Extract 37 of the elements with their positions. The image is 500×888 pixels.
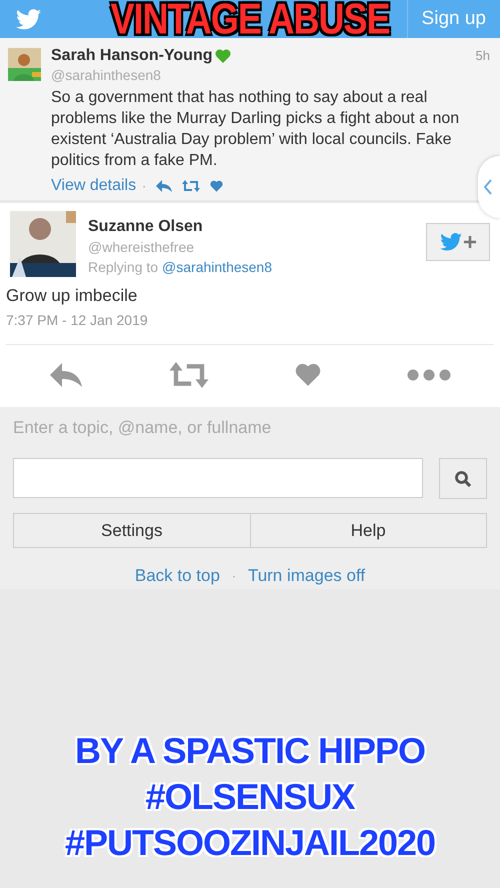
search-field[interactable]	[13, 458, 423, 498]
author-name: Sarah Hanson-Young	[51, 46, 212, 66]
retweet-icon[interactable]	[169, 362, 209, 388]
follow-button[interactable]	[426, 223, 490, 261]
footer-link[interactable]: Back to top	[134, 563, 220, 588]
footer-link[interactable]: Turn images off	[248, 563, 366, 588]
collapse-tab[interactable]	[478, 156, 500, 218]
heart-icon	[214, 49, 230, 63]
meme-caption: VINTAGE ABUSE	[109, 0, 391, 42]
heart-icon[interactable]	[295, 363, 321, 386]
author-handle: @sarahinthesen8	[51, 66, 162, 84]
reply-icon[interactable]	[49, 362, 83, 386]
replying-label: Replying to	[88, 258, 158, 277]
more-icon[interactable]	[407, 368, 451, 380]
bird-icon	[440, 233, 462, 251]
search-label: Enter a topic, @name, or fullname	[13, 417, 272, 439]
author-handle: @whereisthefree	[88, 238, 196, 257]
mention-link[interactable]: @sarahinthesen8	[162, 257, 272, 277]
plus-icon	[464, 236, 476, 248]
search-button[interactable]	[439, 458, 487, 499]
menu-button[interactable]: Settings	[14, 514, 250, 547]
separator: ·	[232, 568, 236, 585]
retweet-icon[interactable]	[182, 180, 200, 192]
bird-icon	[16, 8, 41, 30]
author-name: Suzanne Olsen	[88, 217, 204, 237]
reply-icon[interactable]	[156, 180, 172, 192]
separator: ·	[142, 178, 146, 195]
tweet-text: So a government that has nothing to say about a real problems like the Murray Darling picks a fight about a non existent ‘Australia Day problem’ with local councils. Fake politics from a fake PM.	[51, 88, 460, 171]
chevron-left-icon	[484, 179, 492, 195]
meme-caption: BY A SPASTIC HIPPO #OLSENSUX #PUTSOOZINJAIL2020	[64, 729, 436, 865]
reply-text: Grow up imbecile	[6, 285, 138, 307]
heart-icon[interactable]	[210, 180, 224, 192]
search-icon	[454, 470, 472, 488]
reply-timestamp: 7:37 PM - 12 Jan 2019	[6, 311, 149, 329]
menu-button[interactable]: Help	[250, 514, 486, 547]
tweet-time: 5h	[476, 47, 490, 65]
view-details-link[interactable]: View details	[51, 174, 136, 198]
